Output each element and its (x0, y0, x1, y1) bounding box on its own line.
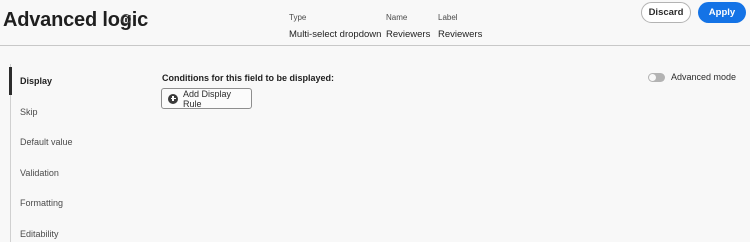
add-circle-icon (168, 93, 178, 104)
apply-button[interactable]: Apply (698, 2, 746, 23)
page-header: Advanced logic Type Multi-select dropdow… (0, 0, 750, 46)
sidebar-item-default-value[interactable]: Default value (20, 137, 73, 147)
discard-button[interactable]: Discard (641, 2, 691, 23)
sidebar-item-skip[interactable]: Skip (20, 107, 38, 117)
meta-type-value: Multi-select dropdown (289, 29, 382, 40)
meta-label-value: Reviewers (438, 29, 483, 40)
meta-name-key: Name (386, 13, 408, 22)
meta-type-key: Type (289, 13, 307, 22)
add-display-rule-button[interactable]: Add Display Rule (161, 88, 252, 109)
meta-label-key: Label (438, 13, 458, 22)
sidebar-item-formatting[interactable]: Formatting (20, 198, 63, 208)
sidebar-item-editability[interactable]: Editability (20, 229, 59, 239)
active-indicator (9, 67, 12, 95)
logic-sidebar: Display Skip Default value Validation Fo… (9, 64, 130, 242)
meta-name-value: Reviewers (386, 29, 431, 40)
advanced-mode-toggle[interactable] (648, 73, 665, 82)
sidebar-item-display[interactable]: Display (20, 76, 52, 86)
sidebar-item-validation[interactable]: Validation (20, 168, 59, 178)
advanced-mode-label: Advanced mode (671, 72, 737, 82)
meta-name: Name Reviewers (386, 13, 430, 40)
add-display-rule-label: Add Display Rule (183, 88, 232, 109)
meta-type: Type Multi-select dropdown (289, 13, 381, 40)
info-icon[interactable] (121, 14, 131, 24)
conditions-heading: Conditions for this field to be displaye… (162, 73, 335, 83)
meta-label: Label Reviewers (438, 13, 482, 40)
